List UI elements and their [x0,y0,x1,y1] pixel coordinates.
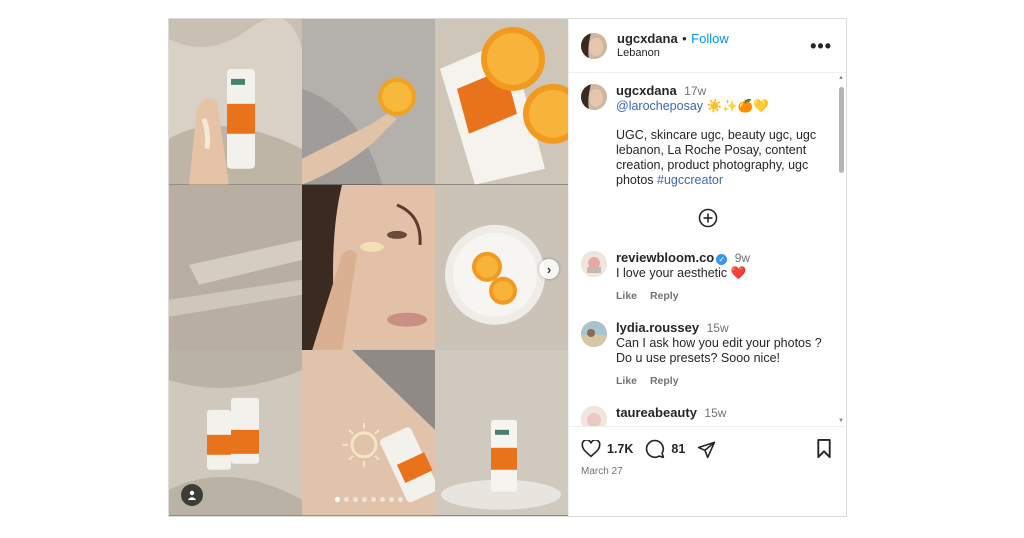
caption-time[interactable]: 17w [684,84,706,98]
carousel-dots [169,497,568,502]
photo-hand-sunscreen-swatch [169,19,302,185]
author-username[interactable]: ugcxdana [617,31,678,46]
post-date[interactable]: March 27 [581,466,834,477]
commenter-username[interactable]: lydia.roussey [616,320,699,335]
comments-count[interactable]: 81 [671,442,685,456]
comment-button[interactable]: 81 [645,439,685,459]
commenter-avatar[interactable] [581,321,607,347]
person-tag-icon[interactable] [181,484,203,506]
commenter-avatar[interactable] [581,251,607,277]
like-button[interactable]: 1.7K [581,440,633,458]
scroll-down-arrow-icon[interactable]: ▼ [838,418,844,424]
carousel-dot [334,497,340,502]
author-avatar[interactable] [581,32,607,59]
comments-section[interactable]: ▲ ▼ ugcxdana 17w @larocheposay ☀️✨🍊💛 UGC… [569,73,846,426]
follow-button[interactable]: Follow [691,31,729,46]
photo-hand-orange [302,19,435,185]
separator-dot: • [682,30,687,46]
comment-item: lydia.roussey 15w Can I ask how you edit… [581,320,834,389]
photo-product-oranges [435,19,568,185]
more-options-icon[interactable]: ••• [810,36,832,57]
comment-icon[interactable] [645,439,665,459]
post-sidebar: ugcxdana • Follow Lebanon ••• ▲ ▼ ugcxda… [568,19,846,516]
instagram-post: › ugcxdana • Follow Lebanon ••• ▲ ▼ ugcx… [168,18,847,517]
plus-circle-icon[interactable] [698,208,718,228]
carousel-dot [379,497,385,502]
photo-shadow-light [169,184,302,351]
caption-avatar[interactable] [581,84,607,110]
heart-icon[interactable] [581,440,601,458]
save-button[interactable] [816,439,832,463]
bookmark-icon[interactable] [816,439,832,458]
comment-like-button[interactable]: Like [616,290,637,302]
caption-hashtag[interactable]: #ugccreator [657,173,723,187]
comment-text: Can I ask how you edit your photos ? Do … [616,336,822,365]
share-icon[interactable] [697,440,716,459]
comment-time[interactable]: 15w [704,406,726,420]
carousel-dot [388,497,394,502]
comment-like-button[interactable]: Like [616,375,637,387]
carousel-dot [361,497,367,502]
post-location[interactable]: Lebanon [617,46,729,61]
carousel-next-button[interactable]: › [539,259,559,279]
carousel-dot [352,497,358,502]
comment-time[interactable]: 15w [707,321,729,335]
scrollbar-thumb[interactable] [839,87,844,173]
carousel-dot [397,497,403,502]
post-media-carousel[interactable]: › [169,19,568,516]
scroll-up-arrow-icon[interactable]: ▲ [838,75,844,81]
comment-item: reviewbloom.co ✓ 9w I love your aesthetic… [581,250,834,304]
photo-arm-sun-drawing [302,350,435,516]
carousel-dot [343,497,349,502]
load-more-comments-button[interactable] [581,208,834,228]
photo-face-cream [302,184,435,351]
commenter-username[interactable]: taureabeauty [616,405,697,420]
caption: ugcxdana 17w @larocheposay ☀️✨🍊💛 UGC, sk… [581,83,834,188]
share-button[interactable] [697,440,716,459]
commenter-username[interactable]: reviewbloom.co [616,250,714,265]
caption-mention[interactable]: @larocheposay [616,99,703,113]
photo-product-plate [435,350,568,516]
caption-username[interactable]: ugcxdana [616,83,677,98]
comment-time[interactable]: 9w [735,251,750,265]
verified-badge-icon: ✓ [716,254,728,265]
caption-emojis: ☀️✨🍊💛 [706,99,769,113]
likes-count[interactable]: 1.7K [607,442,633,456]
comment-item: taureabeauty 15w [581,405,834,426]
post-actions: 1.7K 81 March 27 [569,426,846,516]
commenter-avatar[interactable] [581,406,607,426]
comment-reply-button[interactable]: Reply [650,290,679,302]
carousel-dot [370,497,376,502]
post-header: ugcxdana • Follow Lebanon ••• [569,19,846,73]
comment-reply-button[interactable]: Reply [650,375,679,387]
comment-text: I love your aesthetic ❤️ [616,266,747,280]
